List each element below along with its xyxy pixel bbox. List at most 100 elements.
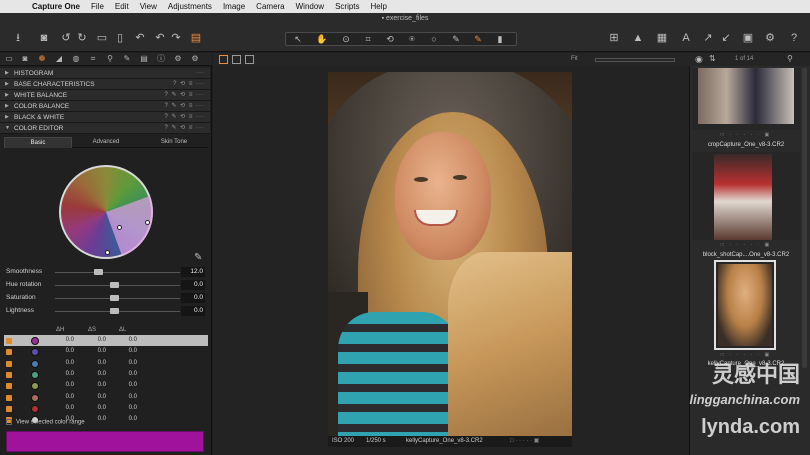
range-enabled-checkbox[interactable] [6, 360, 12, 367]
slider-knob[interactable] [94, 269, 103, 275]
browser-scrollbar[interactable] [802, 68, 807, 368]
tool-controls[interactable]: ? ✎ ⟲ ≡ ··· [164, 90, 205, 101]
zoom-slider[interactable] [595, 58, 675, 62]
search-icon[interactable]: ⚲ [787, 54, 793, 63]
menu-image[interactable]: Image [223, 2, 245, 11]
output-tab-icon[interactable]: ⚙ [173, 54, 183, 64]
rotate-left-icon[interactable]: ↺ [58, 31, 74, 45]
menu-adjustments[interactable]: Adjustments [168, 2, 212, 11]
tool-controls[interactable]: ? ✎ ⟲ ≡ ··· [164, 123, 205, 134]
copy-adjustments-icon[interactable]: ▤ [188, 31, 204, 45]
main-photo[interactable] [328, 72, 572, 436]
spot-removal-icon[interactable]: ○ [426, 33, 442, 45]
batch-tab-icon[interactable]: ⚙ [190, 54, 200, 64]
color-range-row[interactable]: 0.0 0.0 0.0 [4, 346, 208, 357]
loupe-icon[interactable]: ⊙ [338, 33, 354, 45]
keystone-icon[interactable]: ⍟ [404, 33, 420, 45]
menu-view[interactable]: View [140, 2, 157, 11]
menu-scripts[interactable]: Scripts [335, 2, 359, 11]
range-color-swatch[interactable] [31, 348, 39, 357]
menu-camera[interactable]: Camera [256, 2, 284, 11]
apply-icon[interactable]: ↗ [700, 31, 716, 45]
slider-value-field[interactable]: 0.0 [181, 293, 205, 303]
multi-view-icon[interactable] [219, 55, 228, 64]
range-color-swatch[interactable] [31, 359, 39, 368]
tool-color-balance[interactable]: ▶ COLOR BALANCE ? ✎ ⟲ ≡ ··· [0, 101, 210, 112]
exposure-warning-icon[interactable]: ▲ [630, 31, 646, 45]
range-enabled-checkbox[interactable] [6, 338, 12, 344]
color-picker-icon[interactable]: ✎ [470, 33, 486, 45]
color-range-row[interactable]: 0.0 0.0 0.0 [4, 392, 208, 403]
tool-controls[interactable]: ? ⟲ ≡ ··· [173, 79, 205, 90]
details-tab-icon[interactable]: ⚲ [105, 54, 115, 64]
metadata-tab-icon[interactable]: ⓘ [156, 54, 166, 64]
thumb-crop[interactable] [692, 68, 800, 130]
eyedropper-icon[interactable]: ✎ [194, 252, 206, 264]
move-icon[interactable]: ▭ [94, 31, 110, 45]
slider-value-field[interactable]: 0.0 [181, 306, 205, 316]
slider-value-field[interactable]: 0.0 [181, 280, 205, 290]
color-wheel[interactable] [59, 165, 167, 259]
slider-smoothness[interactable]: Smoothness 12.0 [6, 267, 208, 277]
thumb-rating[interactable]: □ · · · · · ▣ [692, 132, 800, 138]
slider-knob[interactable] [110, 308, 119, 314]
tool-histogram[interactable]: ▶ HISTOGRAM ··· [0, 68, 210, 79]
range-center-handle[interactable] [117, 225, 122, 230]
range-enabled-checkbox[interactable] [6, 383, 12, 390]
menu-file[interactable]: File [91, 2, 104, 11]
undo-icon[interactable]: ↶ [152, 31, 168, 45]
tool-controls[interactable]: ? ✎ ⟲ ≡ ··· [164, 112, 205, 123]
single-view-icon[interactable] [232, 55, 241, 64]
range-color-swatch[interactable] [31, 370, 39, 379]
color-range-row[interactable]: 0.0 0.0 0.0 [4, 403, 208, 414]
color-range-row[interactable]: 0.0 0.0 0.0 [4, 380, 208, 391]
range-color-swatch[interactable] [31, 393, 39, 402]
slider-knob[interactable] [110, 282, 119, 288]
redo-icon[interactable]: ↷ [168, 31, 184, 45]
grid-view-icon[interactable]: ⊞ [606, 31, 622, 45]
color-range-row[interactable]: 0.0 0.0 0.0 [4, 358, 208, 369]
thumb-kelly-selected[interactable] [714, 260, 776, 350]
range-color-swatch[interactable] [31, 382, 39, 391]
range-edge-handle[interactable] [105, 250, 110, 255]
camera-icon[interactable]: ◙ [36, 31, 52, 45]
settings-icon[interactable]: ⚙ [762, 31, 778, 45]
tool-white-balance[interactable]: ▶ WHITE BALANCE ? ✎ ⟲ ≡ ··· [0, 90, 210, 101]
edit-icon[interactable]: ↙ [718, 31, 734, 45]
composition-tab-icon[interactable]: ⌗ [88, 54, 98, 64]
slider-saturation[interactable]: Saturation 0.0 [6, 293, 208, 303]
local-adjustments-tab-icon[interactable]: ✎ [122, 54, 132, 64]
color-tab-icon[interactable]: ❁ [37, 54, 47, 64]
menu-edit[interactable]: Edit [115, 2, 129, 11]
slider-value-field[interactable]: 12.0 [181, 267, 205, 277]
slider-hue-rotation[interactable]: Hue rotation 0.0 [6, 280, 208, 290]
select-cursor-icon[interactable]: ↖ [290, 33, 306, 45]
text-overlay-icon[interactable]: A [678, 31, 694, 45]
annotate-icon[interactable]: ▮ [492, 33, 508, 45]
range-color-swatch[interactable] [31, 337, 39, 345]
tool-controls[interactable]: ? ✎ ⟲ ≡ ··· [164, 101, 205, 112]
zoom-fit-label[interactable]: Fit [571, 56, 578, 62]
grid-overlay-icon[interactable]: ▦ [654, 31, 670, 45]
range-color-swatch[interactable] [31, 404, 39, 413]
color-range-row[interactable]: 0.0 0.0 0.0 [4, 335, 208, 346]
trash-icon[interactable]: ▯ [112, 31, 128, 45]
lens-tab-icon[interactable]: ◍ [71, 54, 81, 64]
pan-icon[interactable]: ✋ [314, 33, 330, 45]
range-enabled-checkbox[interactable] [6, 349, 12, 356]
slider-track[interactable] [55, 272, 180, 273]
brush-icon[interactable]: ✎ [448, 33, 464, 45]
adjustments-tab-icon[interactable]: ▤ [139, 54, 149, 64]
straighten-icon[interactable]: ⟲ [382, 33, 398, 45]
range-edge-handle[interactable] [145, 220, 150, 225]
view-selected-checkbox[interactable] [6, 419, 12, 425]
proof-view-icon[interactable] [245, 55, 254, 64]
tool-color-editor[interactable]: ▼ COLOR EDITOR ? ✎ ⟲ ≡ ··· [0, 123, 210, 134]
rotate-right-icon[interactable]: ↻ [74, 31, 90, 45]
reset-icon[interactable]: ↶ [132, 31, 148, 45]
tool-base-characteristics[interactable]: ▶ BASE CHARACTERISTICS ? ⟲ ≡ ··· [0, 79, 210, 90]
range-enabled-checkbox[interactable] [6, 405, 12, 412]
library-tab-icon[interactable]: ▭ [4, 54, 14, 64]
view-selected-range[interactable]: View selected color range [6, 419, 85, 426]
help-icon[interactable]: ? [786, 31, 802, 45]
